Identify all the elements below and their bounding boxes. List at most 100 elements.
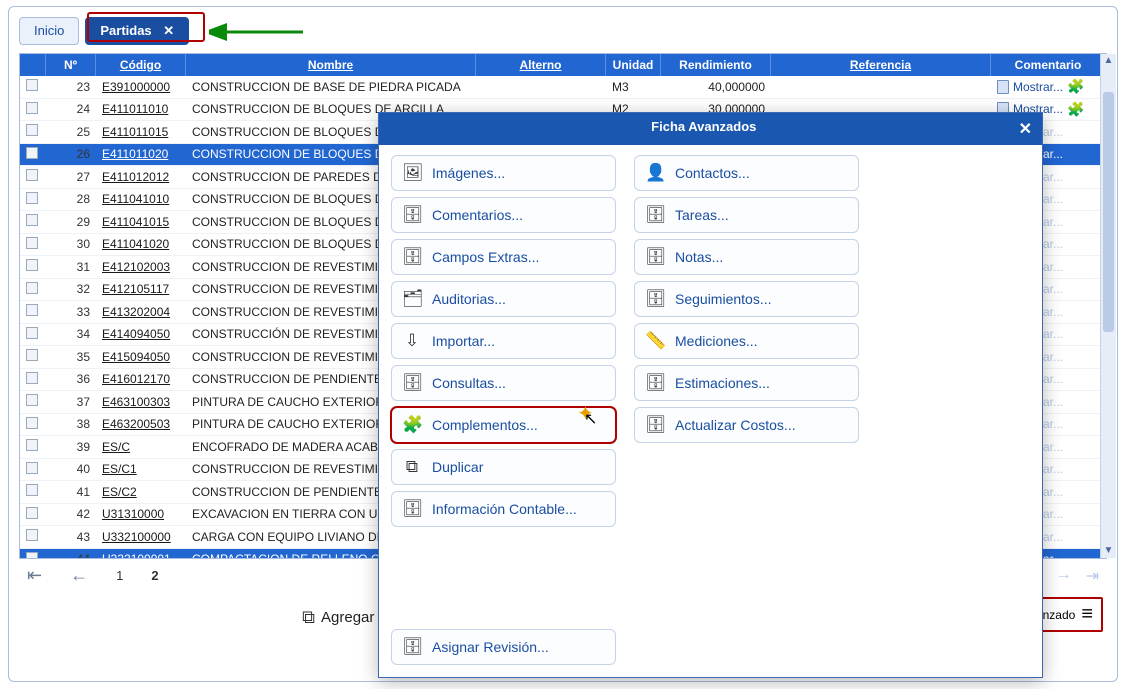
row-num: 29 [46,215,96,229]
add-button[interactable]: ⧉Agregar [302,607,374,628]
notes-button[interactable]: 🗄Notas... [634,239,859,275]
row-codigo[interactable]: E413202004 [96,305,186,319]
followups-button[interactable]: 🗄Seguimientos... [634,281,859,317]
row-codigo[interactable]: ES/C2 [96,485,186,499]
comments-button[interactable]: 🗄Comentarios... [391,197,616,233]
row-codigo[interactable]: ES/C [96,440,186,454]
row-num: 31 [46,260,96,274]
estimates-button[interactable]: 🗄Estimaciones... [634,365,859,401]
row-codigo[interactable]: E416012170 [96,372,186,386]
col-ref[interactable]: Referencia [771,54,991,76]
scroll-down-icon[interactable]: ▼ [1101,544,1116,558]
row-num: 28 [46,192,96,206]
row-codigo[interactable]: E411012012 [96,170,186,184]
row-checkbox[interactable] [20,484,46,499]
col-nombre[interactable]: Nombre [186,54,476,76]
hamburger-icon: ≡ [1081,603,1093,626]
row-checkbox[interactable] [20,372,46,387]
contacts-button[interactable]: 👤Contactos... [634,155,859,191]
duplicate-button[interactable]: ⧉Duplicar [391,449,616,485]
assign-revision-button[interactable]: 🗄Asignar Revisión... [391,629,616,665]
extra-fields-button[interactable]: 🗄Campos Extras... [391,239,616,275]
table-row[interactable]: 23E391000000CONSTRUCCION DE BASE DE PIED… [20,76,1106,99]
row-checkbox[interactable] [20,439,46,454]
measurements-button[interactable]: 📏Mediciones... [634,323,859,359]
tab-partidas[interactable]: Partidas ✕ [85,17,189,45]
row-num: 32 [46,282,96,296]
assign-revision-label: Asignar Revisión... [432,639,549,655]
col-unidad[interactable]: Unidad [606,54,661,76]
row-checkbox[interactable] [20,192,46,207]
row-codigo[interactable]: E463100303 [96,395,186,409]
page-first-icon[interactable]: ⇤ [27,565,42,586]
page-prev-icon[interactable]: ← [70,565,88,586]
addons-button[interactable]: 🧩Complementos... [391,407,616,443]
row-checkbox[interactable] [20,259,46,274]
row-codigo[interactable]: E411011015 [96,125,186,139]
row-codigo[interactable]: E411041015 [96,215,186,229]
scroll-thumb[interactable] [1103,92,1114,332]
row-checkbox[interactable] [20,102,46,117]
tab-inicio[interactable]: Inicio [19,17,79,45]
images-button[interactable]: 🖼Imágenes... [391,155,616,191]
row-num: 38 [46,417,96,431]
row-checkbox[interactable] [20,327,46,342]
row-codigo[interactable]: U332100000 [96,530,186,544]
import-label: Importar... [432,333,495,349]
db-icon: 🗄 [645,289,665,309]
row-codigo[interactable]: E412102003 [96,260,186,274]
row-checkbox[interactable] [20,529,46,544]
row-codigo[interactable]: E412105117 [96,282,186,296]
close-icon[interactable]: ✕ [163,23,174,38]
queries-button[interactable]: 🗄Consultas... [391,365,616,401]
row-comentario[interactable]: Mostrar... 🧩 [991,78,1106,95]
tasks-button[interactable]: 🗄Tareas... [634,197,859,233]
col-codigo[interactable]: Código [96,54,186,76]
row-checkbox[interactable] [20,552,46,558]
row-checkbox[interactable] [20,147,46,162]
row-codigo[interactable]: E411041010 [96,192,186,206]
row-codigo[interactable]: E463200503 [96,417,186,431]
row-checkbox[interactable] [20,304,46,319]
page-2-current[interactable]: 2 [151,568,158,583]
row-codigo[interactable]: E411041020 [96,237,186,251]
row-codigo[interactable]: ES/C1 [96,462,186,476]
row-checkbox[interactable] [20,169,46,184]
row-checkbox[interactable] [20,282,46,297]
accounting-info-button[interactable]: 🗄Información Contable... [391,491,616,527]
row-codigo[interactable]: E391000000 [96,80,186,94]
row-checkbox[interactable] [20,124,46,139]
row-codigo[interactable]: E411011010 [96,102,186,116]
row-checkbox[interactable] [20,394,46,409]
page-last-icon[interactable]: ⇥ [1086,566,1099,586]
scroll-up-icon[interactable]: ▲ [1101,54,1116,68]
row-codigo[interactable]: E414094050 [96,327,186,341]
vertical-scrollbar[interactable]: ▲ ▼ [1100,54,1116,558]
col-rend[interactable]: Rendimiento [661,54,771,76]
update-costs-button[interactable]: 🗄Actualizar Costos... [634,407,859,443]
puzzle-icon: 🧩 [402,415,422,435]
popup-close-icon[interactable]: ✕ [1019,119,1032,139]
row-codigo[interactable]: U332100001 [96,552,186,558]
row-checkbox[interactable] [20,79,46,94]
doc-icon [997,80,1009,94]
page-next-icon[interactable]: → [1056,566,1072,586]
row-checkbox[interactable] [20,349,46,364]
page-1[interactable]: 1 [116,568,123,583]
row-checkbox[interactable] [20,214,46,229]
import-button[interactable]: ⇩Importar... [391,323,616,359]
row-codigo[interactable]: U31310000 [96,507,186,521]
audits-button[interactable]: 🗂Auditorias... [391,281,616,317]
row-checkbox[interactable] [20,417,46,432]
estimates-label: Estimaciones... [675,375,770,391]
col-num[interactable]: Nº [46,54,96,76]
mostrar-link[interactable]: Mostrar... [1013,80,1063,94]
row-codigo[interactable]: E415094050 [96,350,186,364]
row-num: 26 [46,147,96,161]
col-comentario[interactable]: Comentario [991,54,1106,76]
row-checkbox[interactable] [20,462,46,477]
row-codigo[interactable]: E411011020 [96,147,186,161]
row-checkbox[interactable] [20,237,46,252]
col-alterno[interactable]: Alterno [476,54,606,76]
row-checkbox[interactable] [20,507,46,522]
